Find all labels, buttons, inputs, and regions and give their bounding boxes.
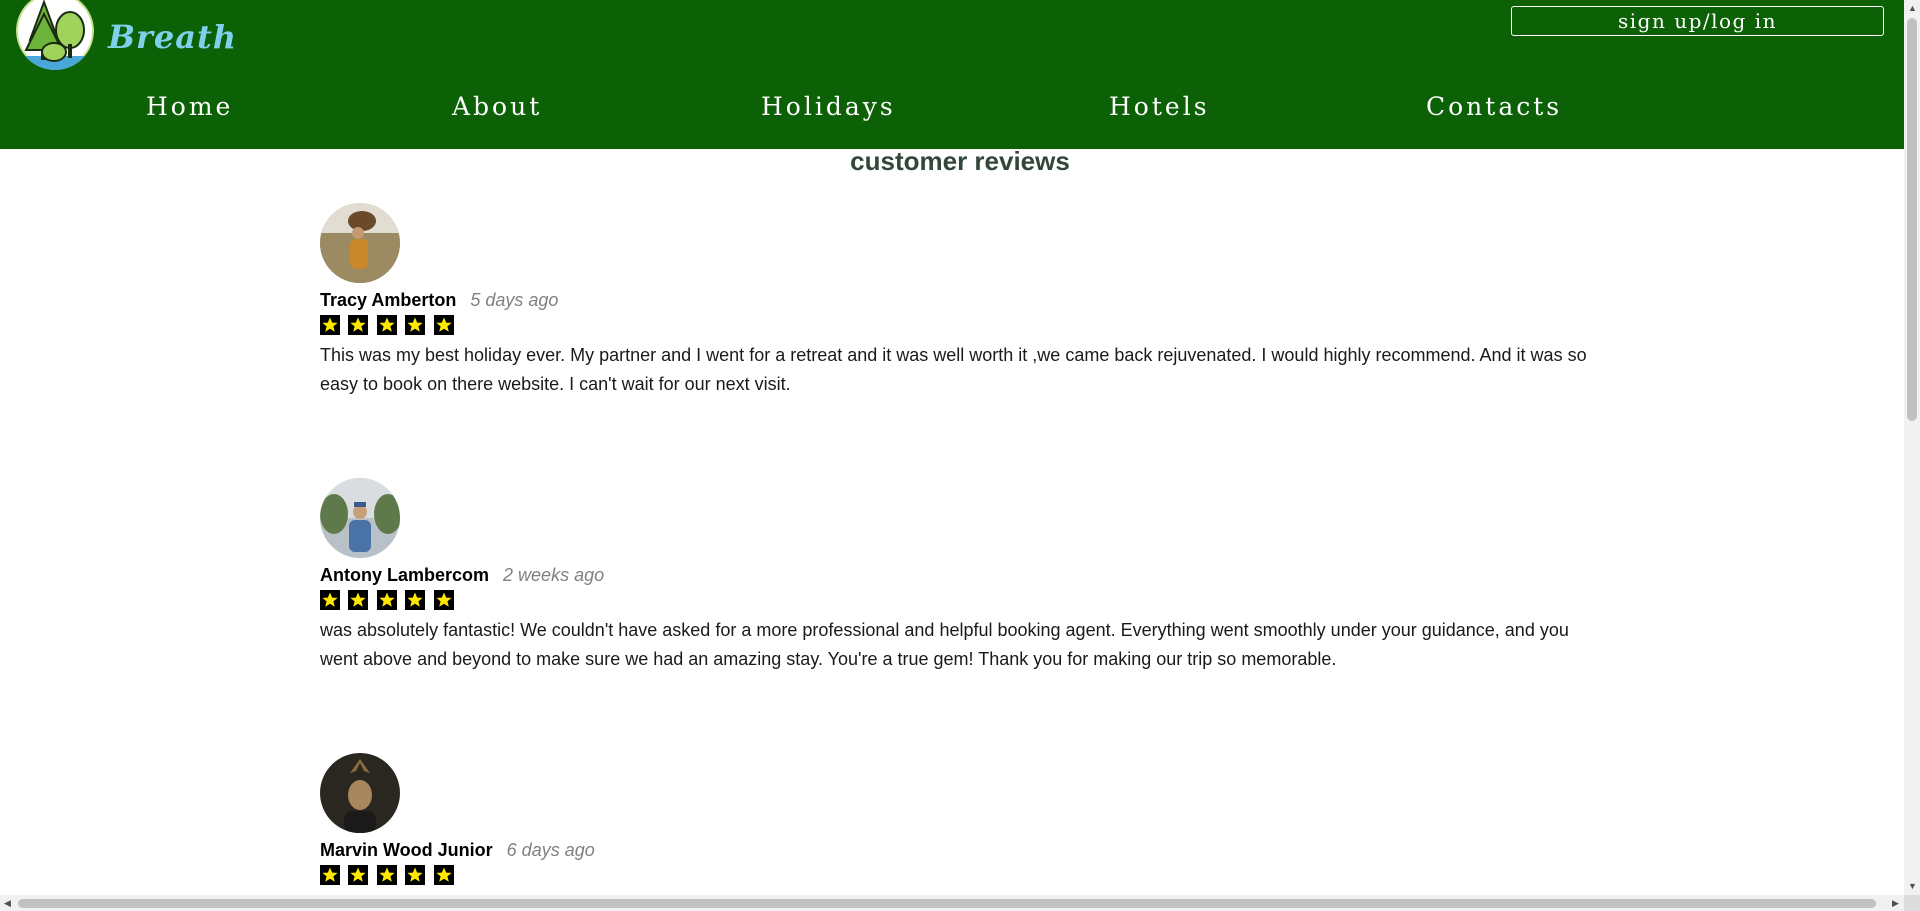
vertical-scrollbar[interactable]: ▲ ▼ bbox=[1904, 0, 1920, 895]
vertical-scroll-thumb[interactable] bbox=[1907, 18, 1917, 421]
star-rating bbox=[320, 315, 458, 335]
star-icon bbox=[433, 865, 454, 885]
star-icon bbox=[376, 315, 397, 335]
reviewer-line: Tracy Amberton 5 days ago bbox=[320, 290, 558, 311]
review-time: 5 days ago bbox=[470, 290, 559, 310]
scroll-down-arrow-icon[interactable]: ▼ bbox=[1908, 882, 1917, 891]
section-title: customer reviews bbox=[850, 146, 1070, 176]
star-icon bbox=[320, 865, 340, 885]
reviewer-name: Tracy Amberton bbox=[320, 290, 457, 310]
star-icon bbox=[320, 315, 340, 335]
nav-item-holidays[interactable]: Holidays bbox=[761, 92, 896, 121]
star-icon bbox=[405, 865, 426, 885]
star-icon bbox=[405, 315, 426, 335]
reviewer-name: Marvin Wood Junior bbox=[320, 840, 493, 860]
star-icon bbox=[348, 865, 369, 885]
site-header: Breath sign up/log in Home About Holiday… bbox=[0, 0, 1904, 149]
nav-item-home[interactable]: Home bbox=[146, 92, 233, 121]
sign-up-login-button[interactable]: sign up/log in bbox=[1511, 6, 1884, 36]
brand-name[interactable]: Breath bbox=[108, 18, 237, 56]
star-icon bbox=[376, 590, 397, 610]
scrollbar-corner bbox=[1904, 895, 1920, 911]
star-icon bbox=[348, 590, 369, 610]
review-time: 2 weeks ago bbox=[503, 565, 605, 585]
nav-item-contacts[interactable]: Contacts bbox=[1426, 92, 1562, 121]
horizontal-scroll-thumb[interactable] bbox=[18, 899, 1876, 908]
avatar bbox=[320, 478, 400, 558]
review-text: This was my best holiday ever. My partne… bbox=[320, 345, 1587, 394]
nav-item-about[interactable]: About bbox=[452, 92, 542, 121]
star-icon bbox=[348, 315, 369, 335]
scroll-up-arrow-icon[interactable]: ▲ bbox=[1908, 4, 1917, 13]
reviewer-line: Marvin Wood Junior 6 days ago bbox=[320, 840, 595, 861]
review-text: was absolutely fantastic! We couldn't ha… bbox=[320, 620, 1569, 669]
review-time: 6 days ago bbox=[506, 840, 595, 860]
star-icon bbox=[433, 315, 454, 335]
nav-item-hotels[interactable]: Hotels bbox=[1109, 92, 1210, 121]
star-icon bbox=[320, 590, 340, 610]
reviewer-name: Antony Lambercom bbox=[320, 565, 490, 585]
avatar bbox=[320, 203, 400, 283]
star-rating bbox=[320, 590, 458, 610]
star-rating bbox=[320, 865, 458, 885]
star-icon bbox=[433, 590, 454, 610]
horizontal-scrollbar[interactable]: ◀ ▶ bbox=[0, 895, 1904, 911]
scroll-right-arrow-icon[interactable]: ▶ bbox=[1892, 899, 1899, 908]
star-icon bbox=[376, 865, 397, 885]
star-icon bbox=[405, 590, 426, 610]
tree-logo-icon[interactable] bbox=[16, 0, 94, 70]
reviewer-line: Antony Lambercom 2 weeks ago bbox=[320, 565, 604, 586]
scroll-left-arrow-icon[interactable]: ◀ bbox=[4, 899, 11, 908]
avatar bbox=[320, 753, 400, 833]
